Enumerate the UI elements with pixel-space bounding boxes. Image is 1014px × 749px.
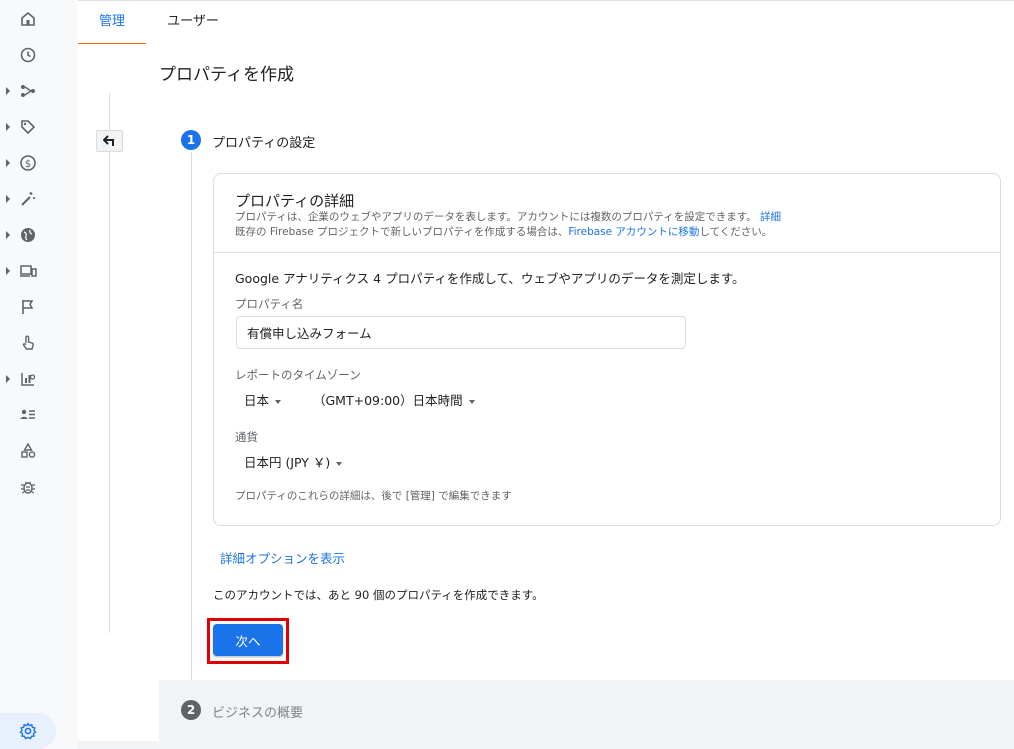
step2-label: ビジネスの概要 <box>212 706 304 721</box>
property-name-input[interactable] <box>236 316 686 349</box>
card-description-2-pre: 既存の Firebase プロジェクトで新しいプロパティを作成する場合は、 <box>235 226 569 238</box>
top-tab-bar: 管理 ユーザー <box>78 0 1014 45</box>
rail-item-geo[interactable] <box>0 217 78 253</box>
audience-icon <box>18 405 38 425</box>
dropdown-arrow-icon <box>275 399 282 404</box>
card-title: プロパティの詳細 <box>235 192 355 210</box>
dropdown-arrow-icon <box>336 461 343 466</box>
tab-users[interactable]: ユーザー <box>158 1 228 45</box>
timezone-zone-value: （GMT+09:00）日本時間 <box>313 393 463 408</box>
left-nav-rail: $ <box>0 0 78 749</box>
rail-item-tags[interactable] <box>0 109 78 145</box>
touch-icon <box>18 333 38 353</box>
tag-icon <box>18 117 38 137</box>
debug-icon <box>18 477 38 497</box>
back-button[interactable] <box>96 130 123 152</box>
currency-value: 日本円 (JPY ￥) <box>244 455 331 470</box>
step1-label: プロパティの設定 <box>212 136 316 151</box>
timezone-zone-select[interactable]: （GMT+09:00）日本時間 <box>313 390 475 409</box>
rail-item-custom[interactable] <box>0 433 78 469</box>
card-header: プロパティの詳細 プロパティは、企業のウェブやアプリのデータを表します。アカウン… <box>214 174 1000 253</box>
tab-admin[interactable]: 管理 <box>78 1 146 45</box>
rail-item-home[interactable] <box>0 1 78 37</box>
show-advanced-options-link[interactable]: 詳細オプションを表示 <box>220 548 345 567</box>
rail-item-admin-settings[interactable] <box>0 713 56 749</box>
flag-icon <box>18 297 38 317</box>
remaining-properties-text: このアカウントでは、あと 90 個のプロパティを作成できます。 <box>213 588 544 602</box>
step1-number-badge: 1 <box>181 130 201 150</box>
next-button[interactable]: 次へ <box>213 624 283 656</box>
rail-item-monetization[interactable]: $ <box>0 145 78 181</box>
stepper-line <box>191 152 192 680</box>
property-name-label: プロパティ名 <box>235 297 304 311</box>
expand-caret-icon <box>6 123 10 131</box>
devices-icon <box>18 261 38 281</box>
rail-item-debug[interactable] <box>0 469 78 505</box>
expand-caret-icon <box>6 375 10 383</box>
rail-item-audiences[interactable] <box>0 397 78 433</box>
globe-icon <box>18 225 38 245</box>
card-intro-text: Google アナリティクス 4 プロパティを作成して、ウェブやアプリのデータを… <box>235 271 745 286</box>
timezone-country-value: 日本 <box>244 393 270 408</box>
rail-item-realtime[interactable] <box>0 37 78 73</box>
rail-item-engagement[interactable] <box>0 325 78 361</box>
expand-caret-icon <box>6 231 10 239</box>
card-description-1: プロパティは、企業のウェブやアプリのデータを表します。アカウントには複数のプロパ… <box>235 209 781 224</box>
rail-item-reports[interactable] <box>0 361 78 397</box>
shapes-icon <box>18 441 38 461</box>
edit-later-note: プロパティのこれらの詳細は、後で [管理] で編集できます <box>235 490 512 502</box>
rail-item-devices[interactable] <box>0 253 78 289</box>
rail-item-events[interactable] <box>0 289 78 325</box>
page-title: プロパティを作成 <box>159 65 294 85</box>
dollar-icon: $ <box>18 153 38 173</box>
gear-icon <box>18 721 38 741</box>
svg-text:$: $ <box>25 159 31 170</box>
card-description-1-text: プロパティは、企業のウェブやアプリのデータを表します。アカウントには複数のプロパ… <box>235 211 757 223</box>
expand-caret-icon <box>6 267 10 275</box>
dropdown-arrow-icon <box>468 399 475 404</box>
step2-number-badge: 2 <box>181 700 201 720</box>
expand-caret-icon <box>6 87 10 95</box>
rail-item-flow[interactable] <box>0 73 78 109</box>
firebase-account-link[interactable]: Firebase アカウントに移動 <box>568 226 699 238</box>
card-description-2-post: してください。 <box>699 226 773 238</box>
currency-select[interactable]: 日本円 (JPY ￥) <box>244 452 343 471</box>
property-details-card: プロパティの詳細 プロパティは、企業のウェブやアプリのデータを表します。アカウン… <box>213 173 1001 526</box>
expand-caret-icon <box>6 195 10 203</box>
learn-more-link[interactable]: 詳細 <box>760 211 781 223</box>
rail-item-explore[interactable] <box>0 181 78 217</box>
currency-label: 通貨 <box>235 430 258 444</box>
timezone-country-select[interactable]: 日本 <box>244 390 282 409</box>
magic-wand-icon <box>18 189 38 209</box>
back-divider-line <box>109 93 110 633</box>
home-icon <box>18 9 38 29</box>
expand-caret-icon <box>6 159 10 167</box>
timezone-label: レポートのタイムゾーン <box>235 368 361 382</box>
card-description-2: 既存の Firebase プロジェクトで新しいプロパティを作成する場合は、Fir… <box>235 224 772 239</box>
flow-icon <box>18 81 38 101</box>
report-icon <box>18 369 38 389</box>
clock-icon <box>18 45 38 65</box>
back-arrow-icon <box>103 135 114 146</box>
